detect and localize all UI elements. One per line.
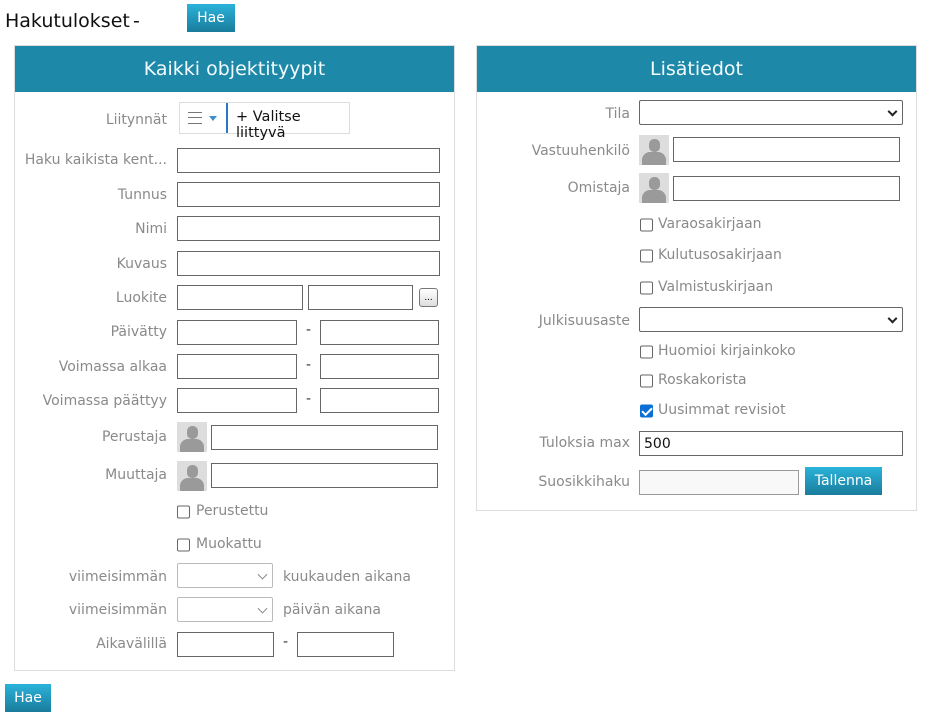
option-checkbox[interactable] xyxy=(640,374,653,388)
label-liitynnat: Liitynnät xyxy=(105,112,167,128)
user-avatar-icon xyxy=(639,135,669,165)
page-title: Hakutulokset xyxy=(5,10,130,32)
option-checkbox[interactable] xyxy=(640,249,653,263)
panel-title: Kaikki objektityypit xyxy=(15,46,454,92)
user-avatar-icon xyxy=(177,461,207,491)
muokattu-checkbox[interactable] xyxy=(177,538,190,552)
dash: - xyxy=(283,634,289,650)
days-select[interactable] xyxy=(177,597,273,622)
label-omistaja: Omistaja xyxy=(567,180,630,196)
label-viimeisimman-months: viimeisimmän xyxy=(68,569,167,585)
voimassa-alkaa-from-input[interactable] xyxy=(177,354,297,379)
aikavalilla-from-input[interactable] xyxy=(177,632,274,657)
dash: - xyxy=(306,322,312,338)
muokattu-label: Muokattu xyxy=(196,536,262,552)
label-tuloksia-max: Tuloksia max xyxy=(539,435,630,451)
perustettu-checkbox[interactable] xyxy=(177,505,190,519)
tuloksia-max-input[interactable] xyxy=(639,431,903,456)
label-perustaja: Perustaja xyxy=(101,429,167,445)
label-viimeisimman-days: viimeisimmän xyxy=(68,602,167,618)
option-checkbox-label: Huomioi kirjainkoko xyxy=(658,343,796,359)
paivatty-to-input[interactable] xyxy=(320,320,439,345)
voimassa-alkaa-to-input[interactable] xyxy=(320,354,439,379)
label-kuvaus: Kuvaus xyxy=(116,256,167,272)
tunnus-input[interactable] xyxy=(177,182,440,207)
title-separator: - xyxy=(133,10,140,32)
option-checkbox-label: Uusimmat revisiot xyxy=(658,402,786,418)
dash: - xyxy=(306,357,312,373)
vastuuhenkilo-input[interactable] xyxy=(673,137,900,162)
days-suffix: päivän aikana xyxy=(283,602,381,618)
option-checkbox-label: Roskakorista xyxy=(658,372,747,388)
option-checkbox[interactable] xyxy=(640,345,653,359)
option-checkbox-label: Varaosakirjaan xyxy=(658,216,762,232)
select-related-button[interactable]: + Valitse liittyvä xyxy=(236,109,349,141)
label-paivatty: Päivätty xyxy=(110,324,167,340)
option-checkbox-label: Kulutusosakirjaan xyxy=(658,247,782,263)
search-button-bottom[interactable]: Hae xyxy=(5,684,51,712)
option-checkbox[interactable] xyxy=(640,218,653,232)
option-checkbox[interactable] xyxy=(640,404,653,418)
months-select[interactable] xyxy=(177,563,273,588)
label-tunnus: Tunnus xyxy=(117,187,167,203)
nimi-input[interactable] xyxy=(177,216,440,241)
menu-icon[interactable] xyxy=(188,112,202,124)
label-suosikkihaku: Suosikkihaku xyxy=(538,474,630,490)
dash: - xyxy=(306,391,312,407)
label-luokite: Luokite xyxy=(115,290,167,306)
option-checkbox[interactable] xyxy=(640,281,653,295)
suosikkihaku-input[interactable] xyxy=(639,470,799,495)
voimassa-paattyy-from-input[interactable] xyxy=(177,388,297,413)
label-aikavalilla: Aikavälillä xyxy=(96,636,167,652)
julkisuusaste-select[interactable] xyxy=(639,307,903,332)
panel-title: Lisätiedot xyxy=(477,46,916,92)
label-voimassa-paattyy: Voimassa päättyy xyxy=(42,393,167,409)
relations-picker[interactable]: + Valitse liittyvä xyxy=(179,102,350,141)
save-button[interactable]: Tallenna xyxy=(805,467,882,495)
user-avatar-icon xyxy=(639,173,669,203)
user-avatar-icon xyxy=(177,422,207,452)
label-julkisuusaste: Julkisuusaste xyxy=(538,313,630,329)
label-haku: Haku kaikista kent... xyxy=(24,152,167,168)
omistaja-input[interactable] xyxy=(673,176,900,201)
label-tila: Tila xyxy=(605,106,630,122)
caret-down-icon[interactable] xyxy=(209,116,217,121)
label-nimi: Nimi xyxy=(135,221,167,237)
tila-select[interactable] xyxy=(639,100,903,125)
aikavalilla-to-input[interactable] xyxy=(297,632,394,657)
paivatty-from-input[interactable] xyxy=(177,320,297,345)
muuttaja-input[interactable] xyxy=(211,463,438,488)
label-muuttaja: Muuttaja xyxy=(105,467,167,483)
search-all-fields-input[interactable] xyxy=(177,148,440,173)
search-button-top[interactable]: Hae xyxy=(187,4,235,32)
perustettu-label: Perustettu xyxy=(196,503,269,519)
months-suffix: kuukauden aikana xyxy=(283,569,411,585)
luokite-browse-button[interactable]: ... xyxy=(419,288,438,307)
option-checkbox-label: Valmistuskirjaan xyxy=(658,279,774,295)
voimassa-paattyy-to-input[interactable] xyxy=(320,388,439,413)
label-vastuuhenkilo: Vastuuhenkilö xyxy=(531,143,630,159)
label-voimassa-alkaa: Voimassa alkaa xyxy=(58,359,167,375)
kuvaus-input[interactable] xyxy=(177,251,440,276)
luokite-input-2[interactable] xyxy=(308,285,413,310)
luokite-input-1[interactable] xyxy=(177,285,303,310)
perustaja-input[interactable] xyxy=(211,425,438,450)
